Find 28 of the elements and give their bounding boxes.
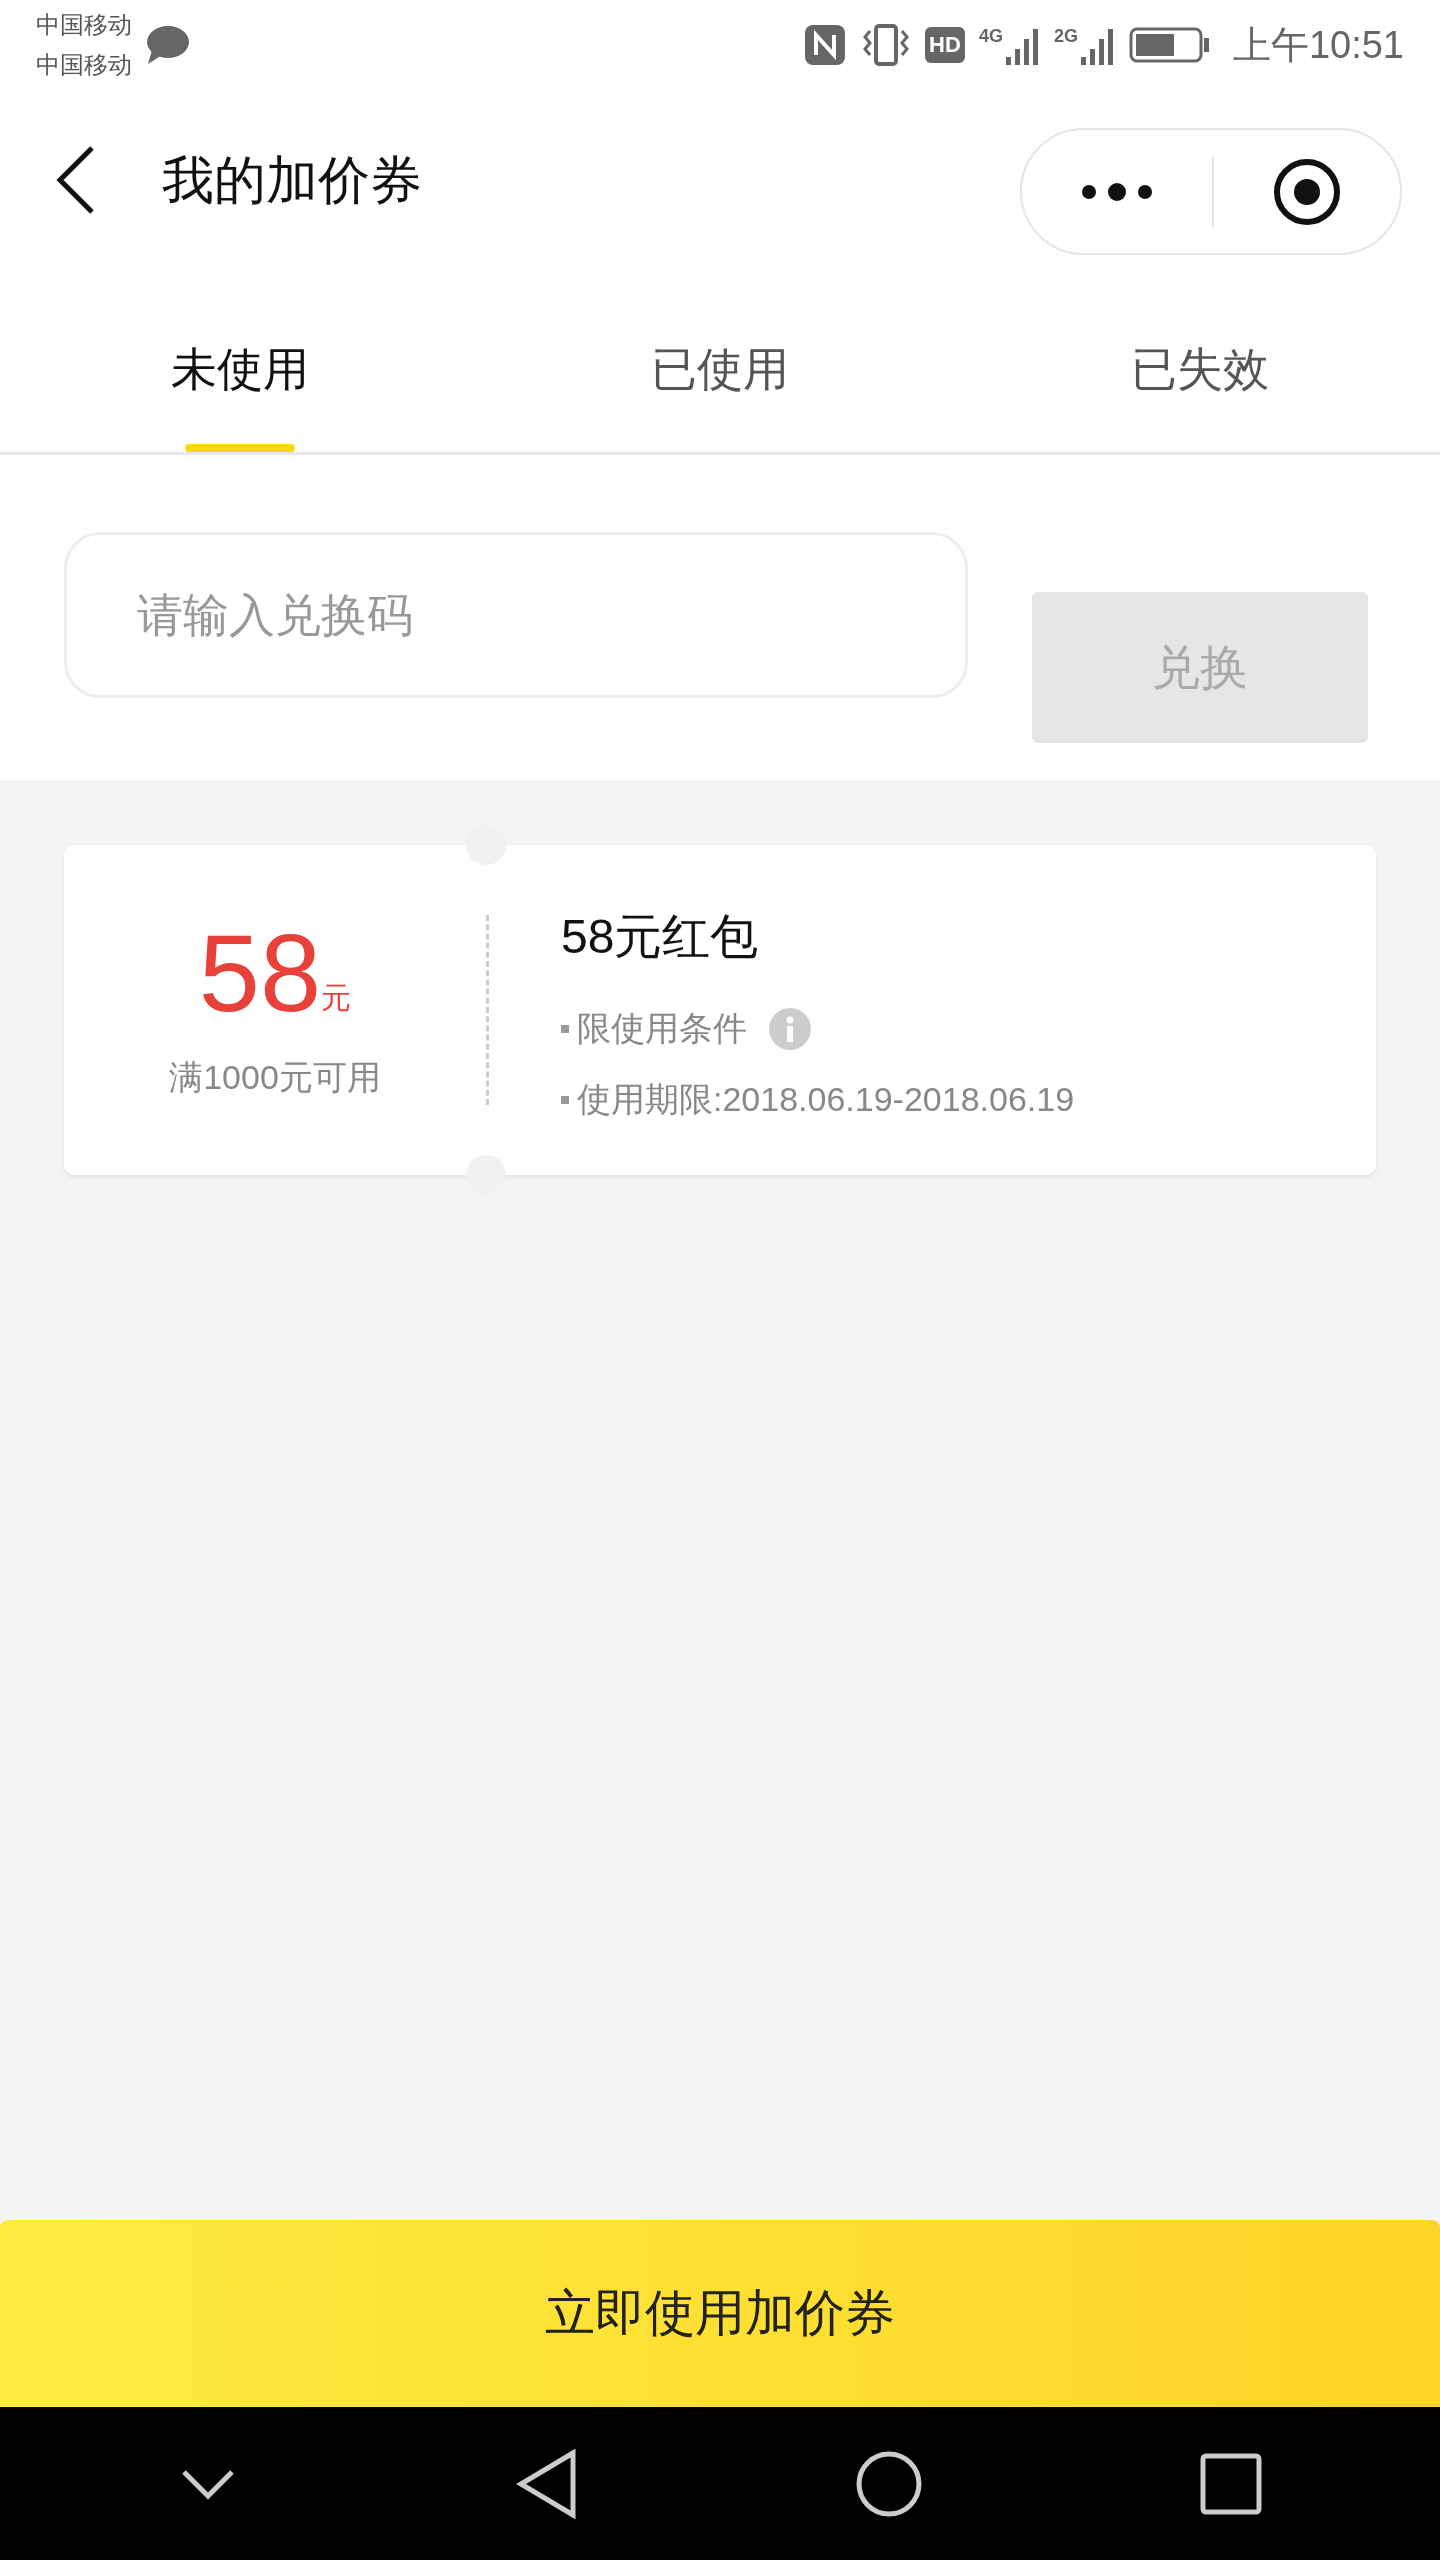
network-label: 2G — [1053, 25, 1078, 47]
page-title: 我的加价券 — [162, 150, 422, 211]
clock-time: 上午10:51 — [1232, 22, 1404, 68]
tab[interactable]: 未使用 — [0, 270, 480, 452]
use-coupon-button[interactable]: 立即使用加价券 — [0, 2220, 1440, 2407]
coupon-amount: 58 — [198, 917, 322, 1028]
network-label: 4G — [978, 25, 1003, 47]
coupon-condition: 满1000元可用 — [169, 1056, 381, 1098]
nfc-icon — [803, 23, 848, 67]
validity-period: 使用期限:2018.06.19-2018.06.19 — [577, 1079, 1075, 1120]
chat-bubble-icon — [144, 24, 190, 66]
bullet-icon — [561, 1095, 569, 1104]
carrier-label: 中国移动 — [36, 10, 132, 40]
home-icon[interactable] — [855, 2449, 924, 2518]
carrier-label: 中国移动 — [36, 50, 132, 80]
tab[interactable]: 已失效 — [960, 270, 1440, 452]
vibrate-icon — [861, 23, 912, 67]
coupon-title: 58元红包 — [561, 909, 760, 965]
usage-conditions: 限使用条件 — [577, 1008, 747, 1049]
hd-indicator: HD — [925, 27, 965, 63]
battery-icon — [1128, 25, 1211, 65]
more-icon[interactable] — [1079, 181, 1155, 202]
recents-icon[interactable] — [1199, 2452, 1262, 2515]
currency-unit: 元 — [321, 979, 352, 1016]
tab[interactable]: 已使用 — [480, 270, 960, 452]
bullet-icon — [561, 1024, 569, 1033]
close-icon[interactable] — [1272, 156, 1342, 227]
back-icon[interactable] — [514, 2448, 579, 2519]
